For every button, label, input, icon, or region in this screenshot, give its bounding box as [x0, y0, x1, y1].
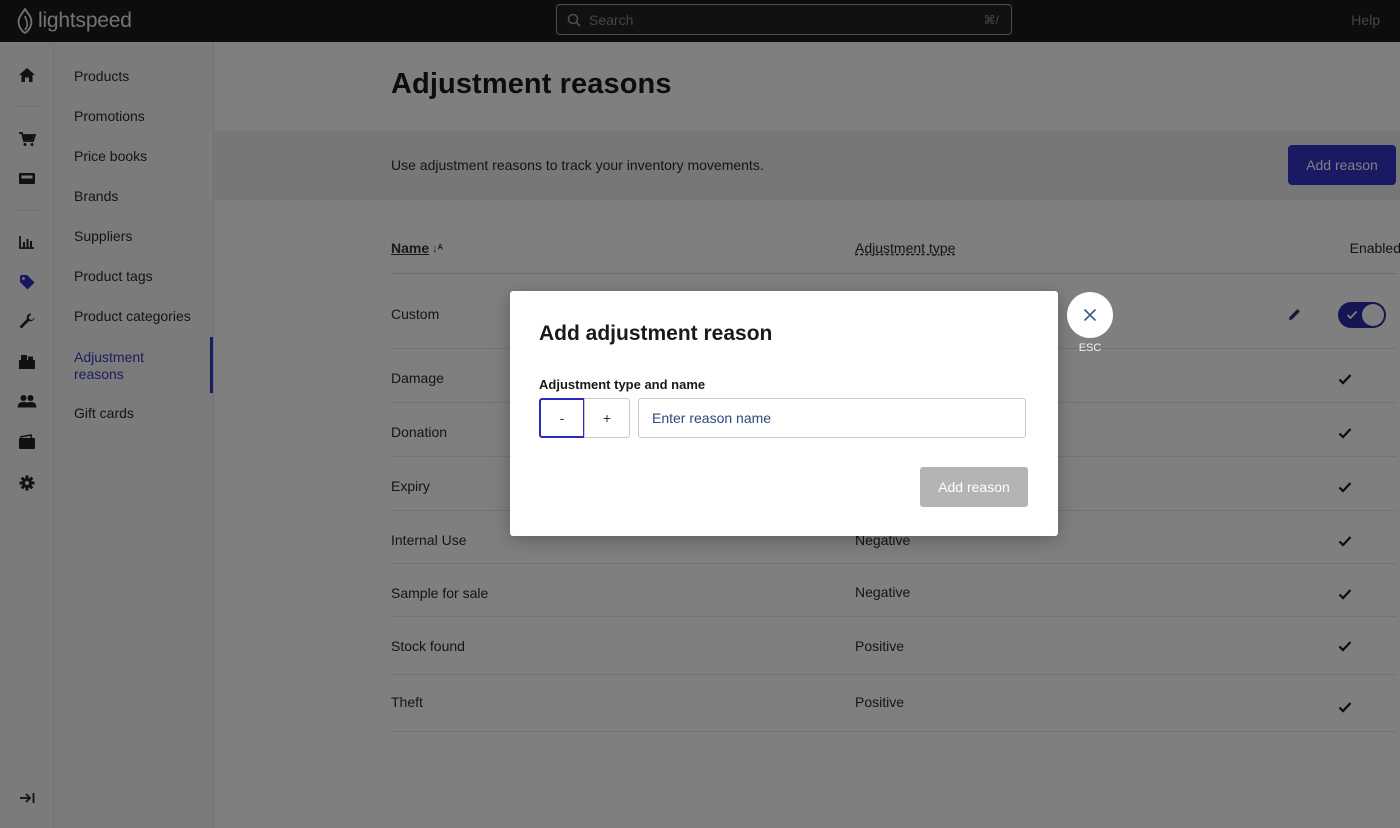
close-dialog-button[interactable]	[1067, 292, 1113, 338]
adjustment-type-and-name-label: Adjustment type and name	[539, 377, 706, 392]
close-icon	[1083, 308, 1097, 322]
negative-type-button[interactable]: -	[539, 398, 585, 438]
dialog-title: Add adjustment reason	[539, 322, 773, 345]
esc-hint: ESC	[1078, 342, 1102, 354]
add-adjustment-reason-dialog: Add adjustment reason Adjustment type an…	[510, 291, 1058, 536]
reason-name-input[interactable]	[638, 398, 1026, 438]
positive-type-button[interactable]: +	[584, 398, 630, 438]
submit-add-reason-button[interactable]: Add reason	[920, 467, 1028, 507]
